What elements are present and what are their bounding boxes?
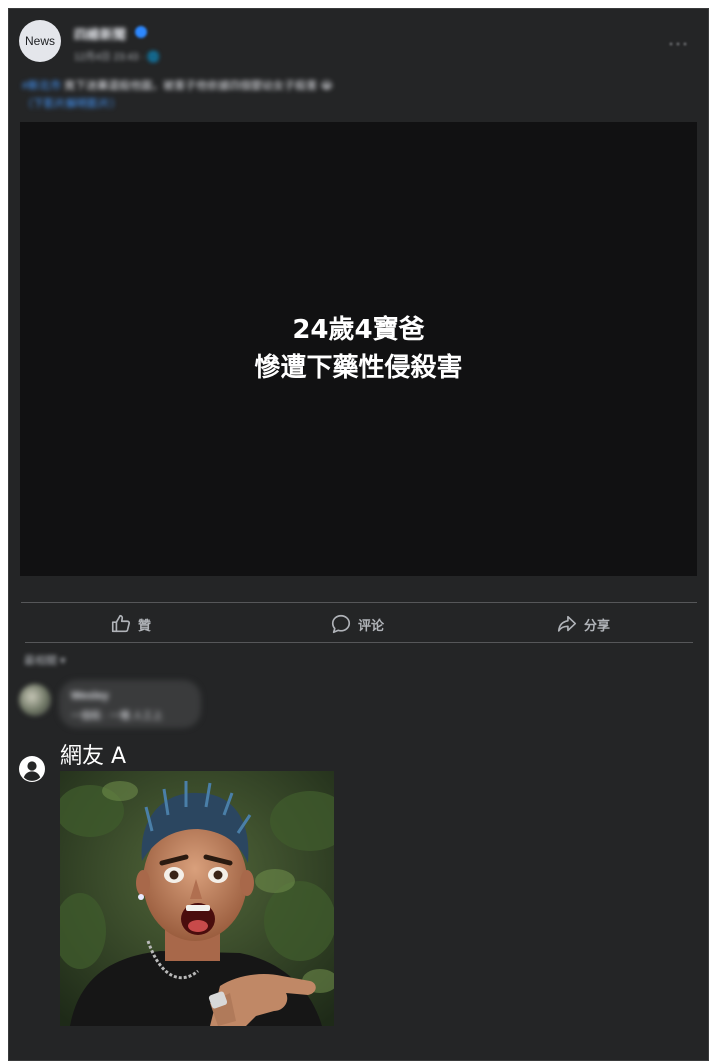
- commenter-avatar[interactable]: [19, 684, 51, 716]
- post-text-line-2[interactable]: （下影片解明影片）: [22, 98, 121, 110]
- post-text-line-1: 竟下迷藥還殺他圖，被害子他依據四個嬰幼女子殺害 😭: [61, 80, 334, 92]
- post-card: News 四維新聞 12月4日 23:43 · 🌐 ··· #新北市 竟下迷藥還…: [8, 8, 709, 1061]
- comment-sort-dropdown[interactable]: 最相關 ▾: [24, 652, 66, 668]
- avatar-text: News: [24, 34, 55, 48]
- page-name[interactable]: 四維新聞: [74, 24, 126, 43]
- divider: [21, 602, 697, 603]
- like-label: 贊: [138, 617, 152, 633]
- page-avatar[interactable]: News: [19, 20, 61, 62]
- meme-image[interactable]: [60, 771, 334, 1026]
- share-label: 分享: [584, 617, 611, 633]
- user-avatar-icon: [19, 756, 45, 782]
- more-options-icon[interactable]: ···: [668, 34, 689, 52]
- meme-illustration: [60, 771, 334, 1026]
- video-caption: 24歲4寶爸 慘遭下藥性侵殺害: [254, 311, 462, 387]
- video-player[interactable]: 24歲4寶爸 慘遭下藥性侵殺害: [20, 122, 697, 576]
- video-caption-line-1: 24歲4寶爸: [292, 315, 425, 345]
- commenter-name: 網友 A: [60, 744, 127, 769]
- like-button[interactable]: 贊: [110, 612, 151, 636]
- comment-bubble-icon: [331, 614, 351, 634]
- share-button[interactable]: 分享: [556, 612, 610, 636]
- comment-bubble: Wesley 一個殺 · 一種 人工上: [59, 680, 201, 728]
- verified-badge-icon: [135, 26, 147, 38]
- video-caption-line-2: 慘遭下藥性侵殺害: [254, 353, 463, 383]
- thumbs-up-icon: [111, 614, 131, 633]
- divider: [25, 642, 693, 643]
- comment-author[interactable]: Wesley: [71, 690, 109, 702]
- post-text: #新北市 竟下迷藥還殺他圖，被害子他依據四個嬰幼女子殺害 😭 （下影片解明影片）: [22, 77, 662, 113]
- comment-text: 一個殺 · 一種 人工上: [71, 711, 163, 722]
- comment-label: 评论: [358, 617, 385, 633]
- comment-button[interactable]: 评论: [330, 612, 384, 636]
- hashtag-link[interactable]: #新北市: [22, 80, 61, 92]
- share-arrow-icon: [557, 615, 577, 632]
- post-timestamp[interactable]: 12月4日 23:43 · 🌐: [74, 48, 160, 63]
